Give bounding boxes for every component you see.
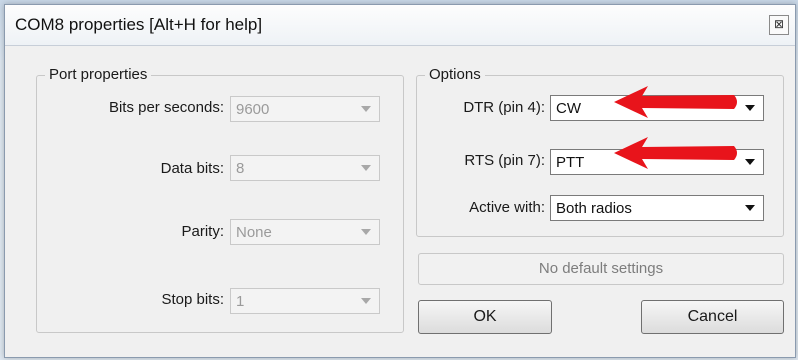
parity-value: None: [236, 224, 272, 241]
close-icon[interactable]: ⊠: [769, 15, 789, 35]
annotation-arrow-rts: [614, 137, 737, 169]
stop-bits-label: Stop bits:: [161, 291, 224, 308]
stop-bits-value: 1: [236, 293, 245, 310]
bits-per-second-label: Bits per seconds:: [108, 99, 224, 116]
dtr-value: CW: [556, 100, 581, 117]
chevron-down-icon: [745, 105, 755, 111]
chevron-down-icon: [361, 298, 371, 304]
port-properties-label: Port properties: [45, 66, 152, 83]
rts-value: PTT: [556, 154, 585, 171]
ok-button[interactable]: OK: [418, 300, 552, 334]
cancel-button[interactable]: Cancel: [641, 300, 784, 334]
port-properties-group: Port properties Bits per seconds: 9600 D…: [36, 66, 404, 333]
chevron-down-icon: [745, 205, 755, 211]
chevron-down-icon: [361, 106, 371, 112]
data-bits-label: Data bits:: [160, 160, 224, 177]
rts-label: RTS (pin 7):: [464, 152, 545, 169]
parity-label: Parity:: [181, 223, 224, 240]
window-title: COM8 properties [Alt+H for help]: [15, 15, 263, 34]
active-with-label: Active with:: [469, 199, 545, 216]
dtr-label: DTR (pin 4):: [463, 99, 545, 116]
parity-select[interactable]: None: [230, 219, 380, 245]
active-with-select[interactable]: Both radios: [550, 195, 764, 221]
bits-per-second-select[interactable]: 9600: [230, 96, 380, 122]
bits-per-second-value: 9600: [236, 101, 270, 118]
chevron-down-icon: [361, 229, 371, 235]
com-properties-dialog: COM8 properties [Alt+H for help] ⊠ Port …: [4, 4, 796, 358]
no-default-settings-button[interactable]: No default settings: [418, 253, 784, 285]
chevron-down-icon: [361, 165, 371, 171]
chevron-down-icon: [745, 159, 755, 165]
stop-bits-select[interactable]: 1: [230, 288, 380, 314]
data-bits-select[interactable]: 8: [230, 155, 380, 181]
annotation-arrow-dtr: [614, 86, 737, 118]
title-bar: COM8 properties [Alt+H for help] ⊠: [5, 5, 795, 46]
active-with-value: Both radios: [556, 200, 632, 217]
options-label: Options: [425, 66, 485, 83]
data-bits-value: 8: [236, 160, 245, 177]
